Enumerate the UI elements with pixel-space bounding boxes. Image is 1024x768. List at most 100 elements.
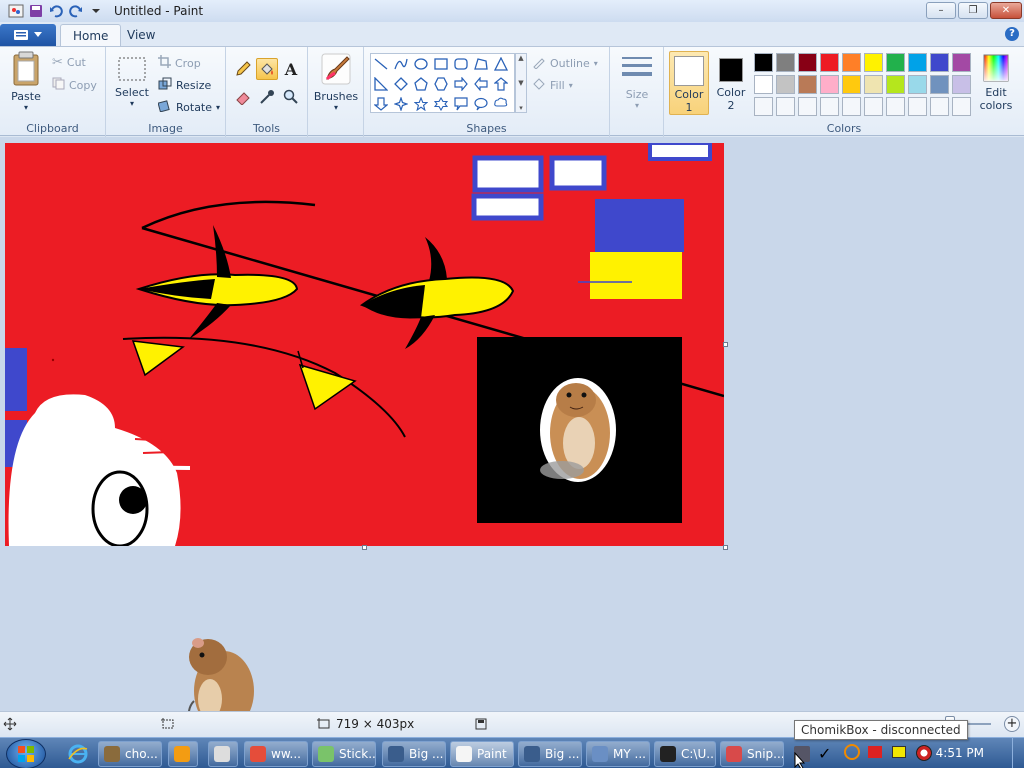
cut-button[interactable]: ✂ Cut <box>52 55 86 70</box>
palette-color-swatch[interactable] <box>776 53 795 72</box>
undo-icon[interactable] <box>48 3 64 19</box>
shapes-gallery-scroll[interactable]: ▲ ▼ ▾ <box>515 53 527 113</box>
gallery-expand-icon[interactable]: ▾ <box>519 104 523 112</box>
zoom-in-icon[interactable]: + <box>1004 716 1020 732</box>
palette-color-swatch[interactable] <box>820 75 839 94</box>
tray-flag-icon[interactable] <box>868 746 882 758</box>
taskbar-item-calculator[interactable] <box>208 741 238 767</box>
pencil-tool[interactable] <box>232 58 254 80</box>
palette-custom-slot[interactable] <box>798 97 817 116</box>
curve-shape-icon[interactable] <box>392 55 410 73</box>
palette-color-swatch[interactable] <box>908 53 927 72</box>
palette-custom-slot[interactable] <box>842 97 861 116</box>
scroll-down-icon[interactable]: ▼ <box>518 79 523 87</box>
redo-icon[interactable] <box>68 3 84 19</box>
canvas-resize-handle-corner[interactable] <box>723 545 728 550</box>
color-2-button[interactable]: Color 2 <box>711 51 751 115</box>
outline-dropdown-arrow[interactable]: ▾ <box>594 59 598 68</box>
close-button[interactable]: ✕ <box>990 2 1022 19</box>
paste-button[interactable]: Paste ▾ <box>6 51 46 112</box>
palette-custom-slot[interactable] <box>776 97 795 116</box>
canvas-workspace[interactable] <box>0 137 1024 736</box>
left-arrow-shape-icon[interactable] <box>472 75 490 93</box>
palette-custom-slot[interactable] <box>908 97 927 116</box>
fill-dropdown-arrow[interactable]: ▾ <box>569 81 573 90</box>
palette-custom-slot[interactable] <box>930 97 949 116</box>
size-button[interactable]: Size ▾ <box>616 53 658 110</box>
start-button[interactable] <box>6 739 46 768</box>
canvas-resize-handle-bottom[interactable] <box>362 545 367 550</box>
paint-app-icon[interactable] <box>8 3 24 19</box>
paste-dropdown-arrow[interactable]: ▾ <box>6 103 46 112</box>
resize-button[interactable]: Resize <box>158 77 211 93</box>
taskbar-item-my[interactable]: MY ... <box>586 741 650 767</box>
palette-custom-slot[interactable] <box>754 97 773 116</box>
taskbar-item-big-1[interactable]: Big ... <box>382 741 446 767</box>
color-picker-tool[interactable] <box>256 86 278 108</box>
scroll-up-icon[interactable]: ▲ <box>518 54 523 62</box>
fill-tool[interactable] <box>256 58 278 80</box>
taskbar-item-big-2[interactable]: Big ... <box>518 741 582 767</box>
palette-color-swatch[interactable] <box>908 75 927 94</box>
rotate-button[interactable]: Rotate ▾ <box>157 99 220 115</box>
select-button[interactable]: Select ▾ <box>112 55 152 108</box>
palette-color-swatch[interactable] <box>776 75 795 94</box>
taskbar-item-snipping-tool[interactable]: Snip... <box>720 741 784 767</box>
brushes-dropdown-arrow[interactable]: ▾ <box>312 103 360 112</box>
palette-color-swatch[interactable] <box>864 75 883 94</box>
crop-button[interactable]: Crop <box>158 55 201 71</box>
copy-button[interactable]: Copy <box>52 77 97 93</box>
maximize-button[interactable]: ❐ <box>958 2 988 19</box>
palette-color-swatch[interactable] <box>754 75 773 94</box>
palette-custom-slot[interactable] <box>820 97 839 116</box>
hexagon-shape-icon[interactable] <box>432 75 450 93</box>
tray-search-icon[interactable] <box>844 744 860 760</box>
oval-shape-icon[interactable] <box>412 55 430 73</box>
oval-callout-shape-icon[interactable] <box>472 95 490 113</box>
palette-color-swatch[interactable] <box>798 75 817 94</box>
palette-color-swatch[interactable] <box>886 75 905 94</box>
four-point-star-shape-icon[interactable] <box>392 95 410 113</box>
palette-custom-slot[interactable] <box>886 97 905 116</box>
six-point-star-shape-icon[interactable] <box>432 95 450 113</box>
taskbar-clock[interactable]: 4:51 PM <box>936 746 984 760</box>
palette-custom-slot[interactable] <box>864 97 883 116</box>
internet-explorer-icon[interactable] <box>68 744 88 767</box>
rotate-dropdown-arrow[interactable]: ▾ <box>216 103 220 112</box>
drawing-canvas[interactable] <box>5 143 724 546</box>
fill-button[interactable]: Fill ▾ <box>532 77 573 94</box>
up-arrow-shape-icon[interactable] <box>492 75 510 93</box>
tab-home[interactable]: Home <box>60 24 122 46</box>
edit-colors-button[interactable]: Edit colors <box>975 53 1017 112</box>
minimize-button[interactable]: – <box>926 2 956 19</box>
size-dropdown-arrow[interactable]: ▾ <box>616 101 658 110</box>
paint-menu-button[interactable] <box>0 24 56 46</box>
tray-check-icon[interactable]: ✓ <box>818 744 831 763</box>
taskbar-item-chomikbox[interactable]: cho... <box>98 741 162 767</box>
rounded-rectangle-shape-icon[interactable] <box>452 55 470 73</box>
brushes-button[interactable]: Brushes ▾ <box>312 51 360 112</box>
palette-color-swatch[interactable] <box>886 53 905 72</box>
show-desktop-button[interactable] <box>1012 738 1024 768</box>
canvas-resize-handle-right[interactable] <box>723 342 728 347</box>
palette-color-swatch[interactable] <box>930 75 949 94</box>
palette-color-swatch[interactable] <box>842 53 861 72</box>
color-1-button[interactable]: Color 1 <box>669 51 709 115</box>
taskbar-item-media-player[interactable] <box>168 741 198 767</box>
select-dropdown-arrow[interactable]: ▾ <box>112 99 152 108</box>
taskbar-item-paint[interactable]: Paint <box>450 741 514 767</box>
pentagon-shape-icon[interactable] <box>412 75 430 93</box>
line-shape-icon[interactable] <box>372 55 390 73</box>
taskbar-item-command-prompt[interactable]: C:\U... <box>654 741 716 767</box>
palette-color-swatch[interactable] <box>952 53 971 72</box>
palette-color-swatch[interactable] <box>864 53 883 72</box>
palette-color-swatch[interactable] <box>952 75 971 94</box>
triangle-shape-icon[interactable] <box>492 55 510 73</box>
save-icon[interactable] <box>28 3 44 19</box>
outline-button[interactable]: Outline ▾ <box>532 55 598 72</box>
text-tool[interactable]: A <box>280 58 302 80</box>
tray-record-icon[interactable] <box>916 745 932 761</box>
right-arrow-shape-icon[interactable] <box>452 75 470 93</box>
five-point-star-shape-icon[interactable] <box>412 95 430 113</box>
taskbar-item-chrome[interactable]: ww... <box>244 741 308 767</box>
